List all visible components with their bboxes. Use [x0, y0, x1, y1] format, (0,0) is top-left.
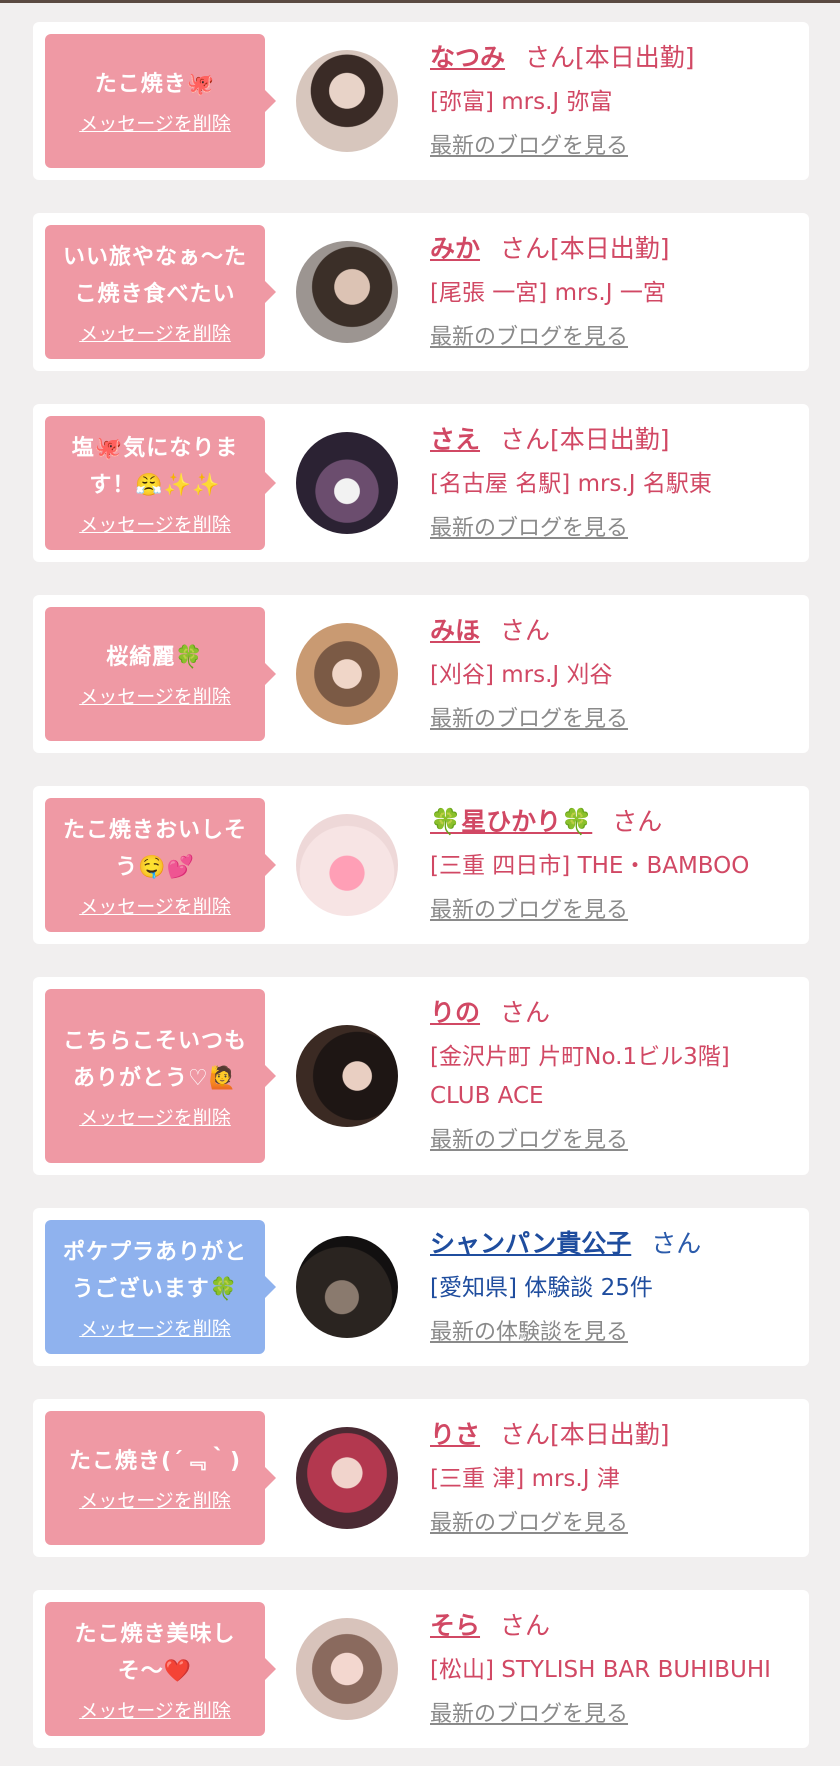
message-bubble: たこ焼き(´﹃｀) メッセージを削除 — [45, 1411, 276, 1545]
message-card: 塩🐙気になります！😤✨✨ メッセージを削除 さえ さん[本日出勤] [名古屋 名駅… — [33, 404, 809, 562]
delete-message-link[interactable]: メッセージを削除 — [79, 319, 231, 346]
message-bubble: ポケプラありがとうございます🍀 メッセージを削除 — [45, 1220, 276, 1354]
honorific-status: さん[本日出勤] — [500, 1419, 670, 1449]
blog-link[interactable]: 最新のブログを見る — [430, 1122, 628, 1154]
honorific-status: さん[本日出勤] — [525, 42, 695, 72]
message-text: たこ焼きおいしそう🤤💕 — [62, 817, 247, 880]
message-text: たこ焼き(´﹃｀) — [68, 1449, 242, 1474]
message-bubble: 塩🐙気になります！😤✨✨ メッセージを削除 — [45, 416, 276, 550]
message-text: たこ焼き美味しそ〜❤️ — [74, 1621, 236, 1684]
blog-link[interactable]: 最新のブログを見る — [430, 701, 628, 733]
message-card: たこ焼き美味しそ〜❤️ メッセージを削除 そら さん [松山] STYLISH B… — [33, 1590, 809, 1748]
message-card: たこ焼きおいしそう🤤💕 メッセージを削除 🍀星ひかり🍀 さん [三重 四日市] T… — [33, 786, 809, 944]
delete-message-link[interactable]: メッセージを削除 — [79, 1696, 231, 1723]
delete-message-link[interactable]: メッセージを削除 — [79, 1486, 231, 1513]
blog-link[interactable]: 最新のブログを見る — [430, 128, 628, 160]
profile-info: みほ さん [刈谷] mrs.J 刈谷 最新のブログを見る — [430, 604, 628, 745]
avatar[interactable] — [296, 1618, 398, 1720]
message-bubble: たこ焼き🐙 メッセージを削除 — [45, 34, 276, 168]
shop-info: [刈谷] mrs.J 刈谷 — [430, 661, 613, 688]
message-text: 桜綺麗🍀 — [106, 645, 204, 670]
profile-name-link[interactable]: 🍀星ひかり🍀 — [430, 807, 592, 836]
honorific-status: さん — [500, 998, 551, 1027]
blog-link[interactable]: 最新のブログを見る — [430, 1696, 628, 1728]
delete-message-link[interactable]: メッセージを削除 — [79, 510, 231, 537]
message-bubble: たこ焼き美味しそ〜❤️ メッセージを削除 — [45, 1602, 276, 1736]
message-text: いい旅やなぁ〜たこ焼き食べたい — [62, 244, 247, 307]
avatar[interactable] — [296, 623, 398, 725]
shop-info: [弥富] mrs.J 弥富 — [430, 88, 613, 115]
delete-message-link[interactable]: メッセージを削除 — [79, 1103, 231, 1130]
avatar[interactable] — [296, 50, 398, 152]
shop-info: [三重 四日市] THE・BAMBOO — [430, 852, 750, 879]
message-card: たこ焼き🐙 メッセージを削除 なつみ さん[本日出勤] [弥富] mrs.J 弥富… — [33, 22, 809, 180]
message-list: たこ焼き🐙 メッセージを削除 なつみ さん[本日出勤] [弥富] mrs.J 弥富… — [0, 3, 840, 1748]
shop-info: [三重 津] mrs.J 津 — [430, 1465, 620, 1492]
message-bubble: 桜綺麗🍀 メッセージを削除 — [45, 607, 276, 741]
delete-message-link[interactable]: メッセージを削除 — [79, 682, 231, 709]
blog-link[interactable]: 最新のブログを見る — [430, 892, 628, 924]
honorific-status: さん[本日出勤] — [500, 233, 670, 263]
shop-info: [名古屋 名駅] mrs.J 名駅東 — [430, 470, 712, 497]
message-text: こちらこそいつもありがとう♡🙋 — [62, 1028, 247, 1091]
honorific-status: さん[本日出勤] — [500, 424, 670, 454]
profile-name-link[interactable]: みか — [430, 234, 480, 263]
shop-info: [尾張 一宮] mrs.J 一宮 — [430, 279, 666, 306]
shop-info: [松山] STYLISH BAR BUHIBUHI — [430, 1656, 771, 1683]
message-bubble: いい旅やなぁ〜たこ焼き食べたい メッセージを削除 — [45, 225, 276, 359]
message-card: こちらこそいつもありがとう♡🙋 メッセージを削除 りの さん [金沢片町 片町No… — [33, 977, 809, 1175]
blog-link[interactable]: 最新のブログを見る — [430, 1505, 628, 1537]
message-card: いい旅やなぁ〜たこ焼き食べたい メッセージを削除 みか さん[本日出勤] [尾張 … — [33, 213, 809, 371]
delete-message-link[interactable]: メッセージを削除 — [79, 109, 231, 136]
blog-link[interactable]: 最新のブログを見る — [430, 510, 628, 542]
profile-name-link[interactable]: なつみ — [430, 43, 505, 72]
profile-name-link[interactable]: シャンパン貴公子 — [430, 1229, 631, 1258]
message-card: ポケプラありがとうございます🍀 メッセージを削除 シャンパン貴公子 さん [愛知県… — [33, 1208, 809, 1366]
blog-link[interactable]: 最新のブログを見る — [430, 319, 628, 351]
profile-info: そら さん [松山] STYLISH BAR BUHIBUHI 最新のブログを見る — [430, 1599, 771, 1740]
honorific-status: さん — [500, 1610, 551, 1640]
shop-info: [愛知県] 体験談 25件 — [430, 1274, 653, 1301]
delete-message-link[interactable]: メッセージを削除 — [79, 1314, 231, 1341]
profile-info: シャンパン貴公子 さん [愛知県] 体験談 25件 最新の体験談を見る — [430, 1217, 701, 1358]
avatar[interactable] — [296, 814, 398, 916]
shop-info: [金沢片町 片町No.1ビル3階] CLUB ACE — [430, 1044, 730, 1109]
profile-info: りさ さん[本日出勤] [三重 津] mrs.J 津 最新のブログを見る — [430, 1408, 670, 1549]
message-text: ポケプラありがとうございます🍀 — [62, 1239, 247, 1302]
profile-info: 🍀星ひかり🍀 さん [三重 四日市] THE・BAMBOO 最新のブログを見る — [430, 795, 749, 936]
profile-name-link[interactable]: さえ — [430, 425, 480, 454]
avatar[interactable] — [296, 432, 398, 534]
profile-name-link[interactable]: みほ — [430, 616, 480, 645]
avatar[interactable] — [296, 1236, 398, 1338]
avatar[interactable] — [296, 1025, 398, 1127]
profile-info: みか さん[本日出勤] [尾張 一宮] mrs.J 一宮 最新のブログを見る — [430, 222, 670, 363]
honorific-status: さん — [612, 806, 663, 836]
experience-link[interactable]: 最新の体験談を見る — [430, 1314, 628, 1346]
honorific-status: さん — [500, 615, 551, 645]
message-card: 桜綺麗🍀 メッセージを削除 みほ さん [刈谷] mrs.J 刈谷 最新のブログを… — [33, 595, 809, 753]
profile-name-link[interactable]: そら — [430, 1611, 480, 1640]
avatar[interactable] — [296, 241, 398, 343]
profile-info: さえ さん[本日出勤] [名古屋 名駅] mrs.J 名駅東 最新のブログを見る — [430, 413, 712, 554]
honorific-status: さん — [651, 1228, 702, 1258]
message-bubble: こちらこそいつもありがとう♡🙋 メッセージを削除 — [45, 989, 276, 1163]
message-bubble: たこ焼きおいしそう🤤💕 メッセージを削除 — [45, 798, 276, 932]
profile-info: りの さん [金沢片町 片町No.1ビル3階] CLUB ACE 最新のブログを見… — [430, 986, 730, 1166]
profile-name-link[interactable]: りの — [430, 998, 480, 1027]
profile-info: なつみ さん[本日出勤] [弥富] mrs.J 弥富 最新のブログを見る — [430, 31, 695, 172]
message-text: たこ焼き🐙 — [94, 72, 216, 97]
profile-name-link[interactable]: りさ — [430, 1420, 480, 1449]
avatar[interactable] — [296, 1427, 398, 1529]
delete-message-link[interactable]: メッセージを削除 — [79, 892, 231, 919]
message-text: 塩🐙気になります！😤✨✨ — [71, 435, 239, 498]
message-card: たこ焼き(´﹃｀) メッセージを削除 りさ さん[本日出勤] [三重 津] mrs… — [33, 1399, 809, 1557]
